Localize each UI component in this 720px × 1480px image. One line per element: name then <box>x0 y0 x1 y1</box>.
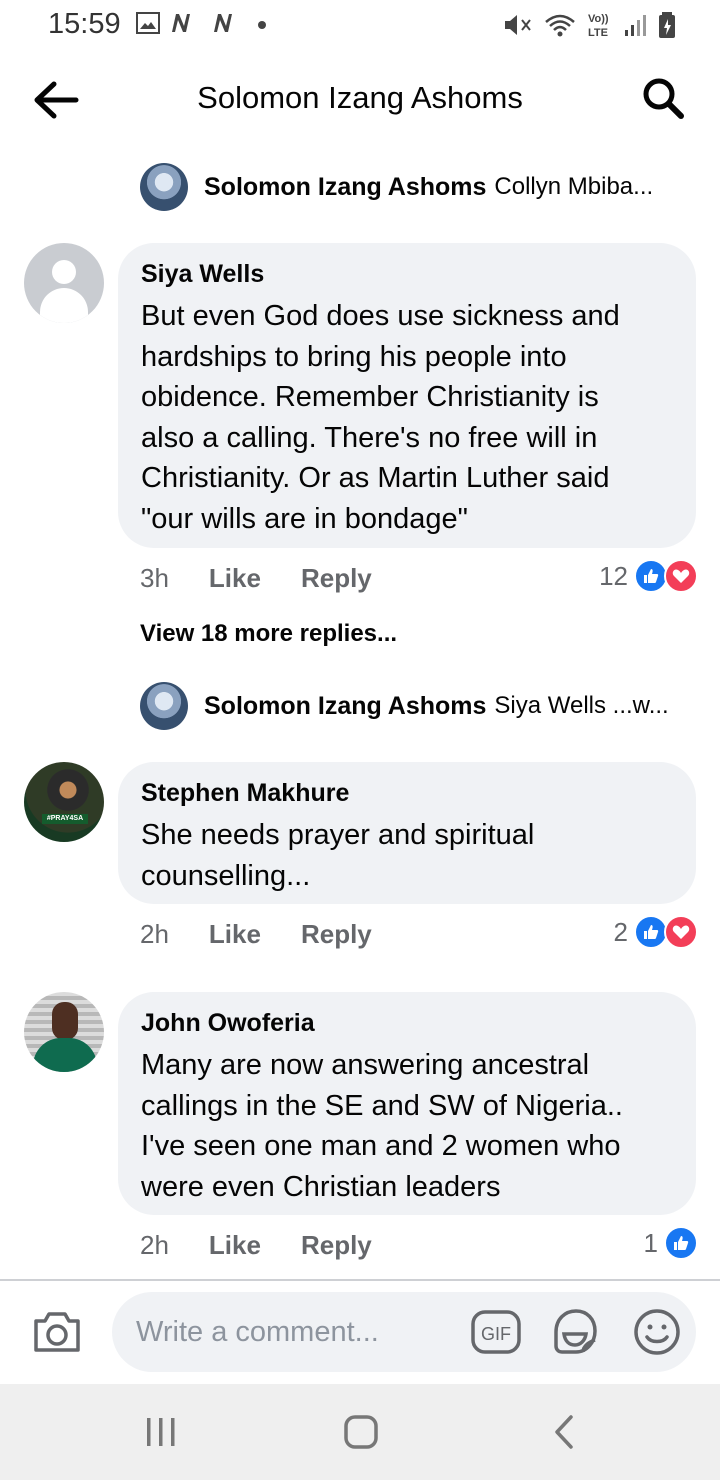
love-reaction-icon <box>664 559 698 593</box>
gallery-notification-icon <box>136 12 160 34</box>
more-notifications-dot-icon <box>258 21 266 29</box>
comment-line: I've seen one man and 2 women who <box>141 1130 621 1162</box>
comment-actions: 2h Like Reply <box>140 917 372 951</box>
comment-text: Many are now answering ancestral calling… <box>141 1045 672 1207</box>
comment-text: But even God does use sickness and hards… <box>141 296 672 539</box>
default-avatar-head <box>52 260 76 284</box>
comment-line: also a calling. There's no free will in <box>141 421 598 454</box>
like-reaction-icon <box>634 915 668 949</box>
reply-snippet: Siya Wells ...w... <box>494 692 669 719</box>
like-button[interactable]: Like <box>209 919 261 950</box>
comment-line: She needs prayer and spiritual <box>141 819 535 851</box>
search-button[interactable] <box>640 76 686 122</box>
reaction-count: 12 <box>599 560 628 591</box>
like-button[interactable]: Like <box>209 563 261 594</box>
comment-author[interactable]: Stephen Makhure <box>141 778 672 808</box>
signal-icon <box>625 15 646 36</box>
like-reaction-icon <box>634 559 668 593</box>
home-icon <box>344 1415 378 1449</box>
chevron-left-icon <box>555 1415 573 1449</box>
reply-button[interactable]: Reply <box>301 919 372 950</box>
like-button[interactable]: Like <box>209 1230 261 1261</box>
recent-apps-icon <box>147 1418 175 1446</box>
volte-icon: Vo)) LTE <box>588 13 609 39</box>
notification-icons <box>136 11 272 35</box>
reply-preview[interactable]: Solomon Izang Ashoms Collyn Mbiba... <box>140 163 653 211</box>
avatar[interactable] <box>24 243 104 323</box>
reply-preview[interactable]: Solomon Izang Ashoms Siya Wells ...w... <box>140 682 669 730</box>
comment-line: were even Christian leaders <box>141 1170 501 1203</box>
reaction-count: 1 <box>643 1227 658 1258</box>
app-header: Solomon Izang Ashoms <box>0 60 720 140</box>
comment-author[interactable]: John Owoferia <box>141 1008 672 1038</box>
gif-icon: GIF <box>471 1310 521 1354</box>
camera-icon <box>34 1312 80 1352</box>
avatar[interactable]: #PRAY4SA <box>24 762 104 842</box>
like-reaction-icon <box>664 1226 698 1260</box>
comment-text: She needs prayer and spiritual counselli… <box>141 815 672 896</box>
comment-bubble[interactable]: John Owoferia Many are now answering anc… <box>118 992 696 1215</box>
comment-actions: 3h Like Reply <box>140 561 372 595</box>
comment-line: obidence. Remember Christianity is <box>141 381 599 413</box>
gif-button[interactable]: GIF <box>470 1309 522 1355</box>
comment-line: "our wills are in bondage" <box>141 502 468 535</box>
reply-author: Solomon Izang Ashoms <box>204 691 487 720</box>
comment-author[interactable]: Siya Wells <box>141 259 672 289</box>
home-button[interactable] <box>342 1413 380 1451</box>
comment-line: Many are now answering ancestral <box>141 1049 590 1081</box>
reply-button[interactable]: Reply <box>301 563 372 594</box>
avatar-shirt <box>33 1038 97 1072</box>
comment-input[interactable] <box>136 1313 466 1351</box>
comment-line: callings in the SE and SW of Nigeria.. <box>141 1089 623 1122</box>
sticker-button[interactable] <box>549 1306 601 1358</box>
search-icon <box>643 78 684 119</box>
avatar-frame-tag: #PRAY4SA <box>42 814 88 824</box>
avatar <box>140 163 188 211</box>
comment-line: counselling... <box>141 859 311 892</box>
mute-icon <box>505 15 531 35</box>
love-reaction-icon <box>664 915 698 949</box>
emoji-icon <box>634 1309 680 1355</box>
comment-line: hardships to bring his people into <box>141 340 567 373</box>
reactions-summary[interactable]: 12 <box>599 559 698 593</box>
emoji-button[interactable] <box>632 1307 682 1357</box>
page-title: Solomon Izang Ashoms <box>197 80 523 115</box>
system-navigation-bar <box>0 1384 720 1480</box>
view-more-replies-link[interactable]: View 18 more replies... <box>140 620 397 648</box>
comment-timestamp: 2h <box>140 1229 169 1260</box>
avatar[interactable] <box>24 992 104 1072</box>
comment-timestamp: 2h <box>140 918 169 949</box>
avatar <box>140 682 188 730</box>
comment-line: Christianity. Or as Martin Luther said <box>141 462 610 494</box>
battery-icon <box>659 12 675 38</box>
sticker-icon <box>554 1309 597 1354</box>
system-status-icons: Vo)) LTE <box>502 10 676 40</box>
comment-bubble[interactable]: Stephen Makhure She needs prayer and spi… <box>118 762 696 904</box>
svg-text:Vo)): Vo)) <box>588 13 609 25</box>
app-notification-icon-2 <box>214 14 232 32</box>
default-avatar-body <box>40 288 88 323</box>
reply-snippet: Collyn Mbiba... <box>494 173 654 200</box>
svg-text:LTE: LTE <box>588 27 608 39</box>
comment-bubble[interactable]: Siya Wells But even God does use sicknes… <box>118 243 696 548</box>
reactions-summary[interactable]: 1 <box>644 1226 698 1260</box>
wifi-icon <box>545 14 575 37</box>
comment-timestamp: 3h <box>140 562 169 593</box>
status-time: 15:59 <box>48 8 121 40</box>
gif-label: GIF <box>481 1324 511 1344</box>
comment-line: But even God does use sickness and <box>141 300 620 332</box>
avatar-face <box>52 1002 78 1040</box>
back-navigation-button[interactable] <box>545 1413 583 1451</box>
reply-author: Solomon Izang Ashoms <box>204 172 487 201</box>
reactions-summary[interactable]: 2 <box>614 915 698 949</box>
comment-actions: 2h Like Reply <box>140 1228 372 1262</box>
comment-box: GIF <box>112 1292 696 1372</box>
status-bar: 15:59 Vo)) LTE <box>0 0 720 52</box>
camera-button[interactable] <box>30 1305 84 1359</box>
reaction-count: 2 <box>613 916 628 947</box>
reply-button[interactable]: Reply <box>301 1230 372 1261</box>
comment-composer: GIF <box>0 1281 720 1384</box>
recent-apps-button[interactable] <box>142 1413 180 1451</box>
app-notification-icon <box>172 14 190 32</box>
